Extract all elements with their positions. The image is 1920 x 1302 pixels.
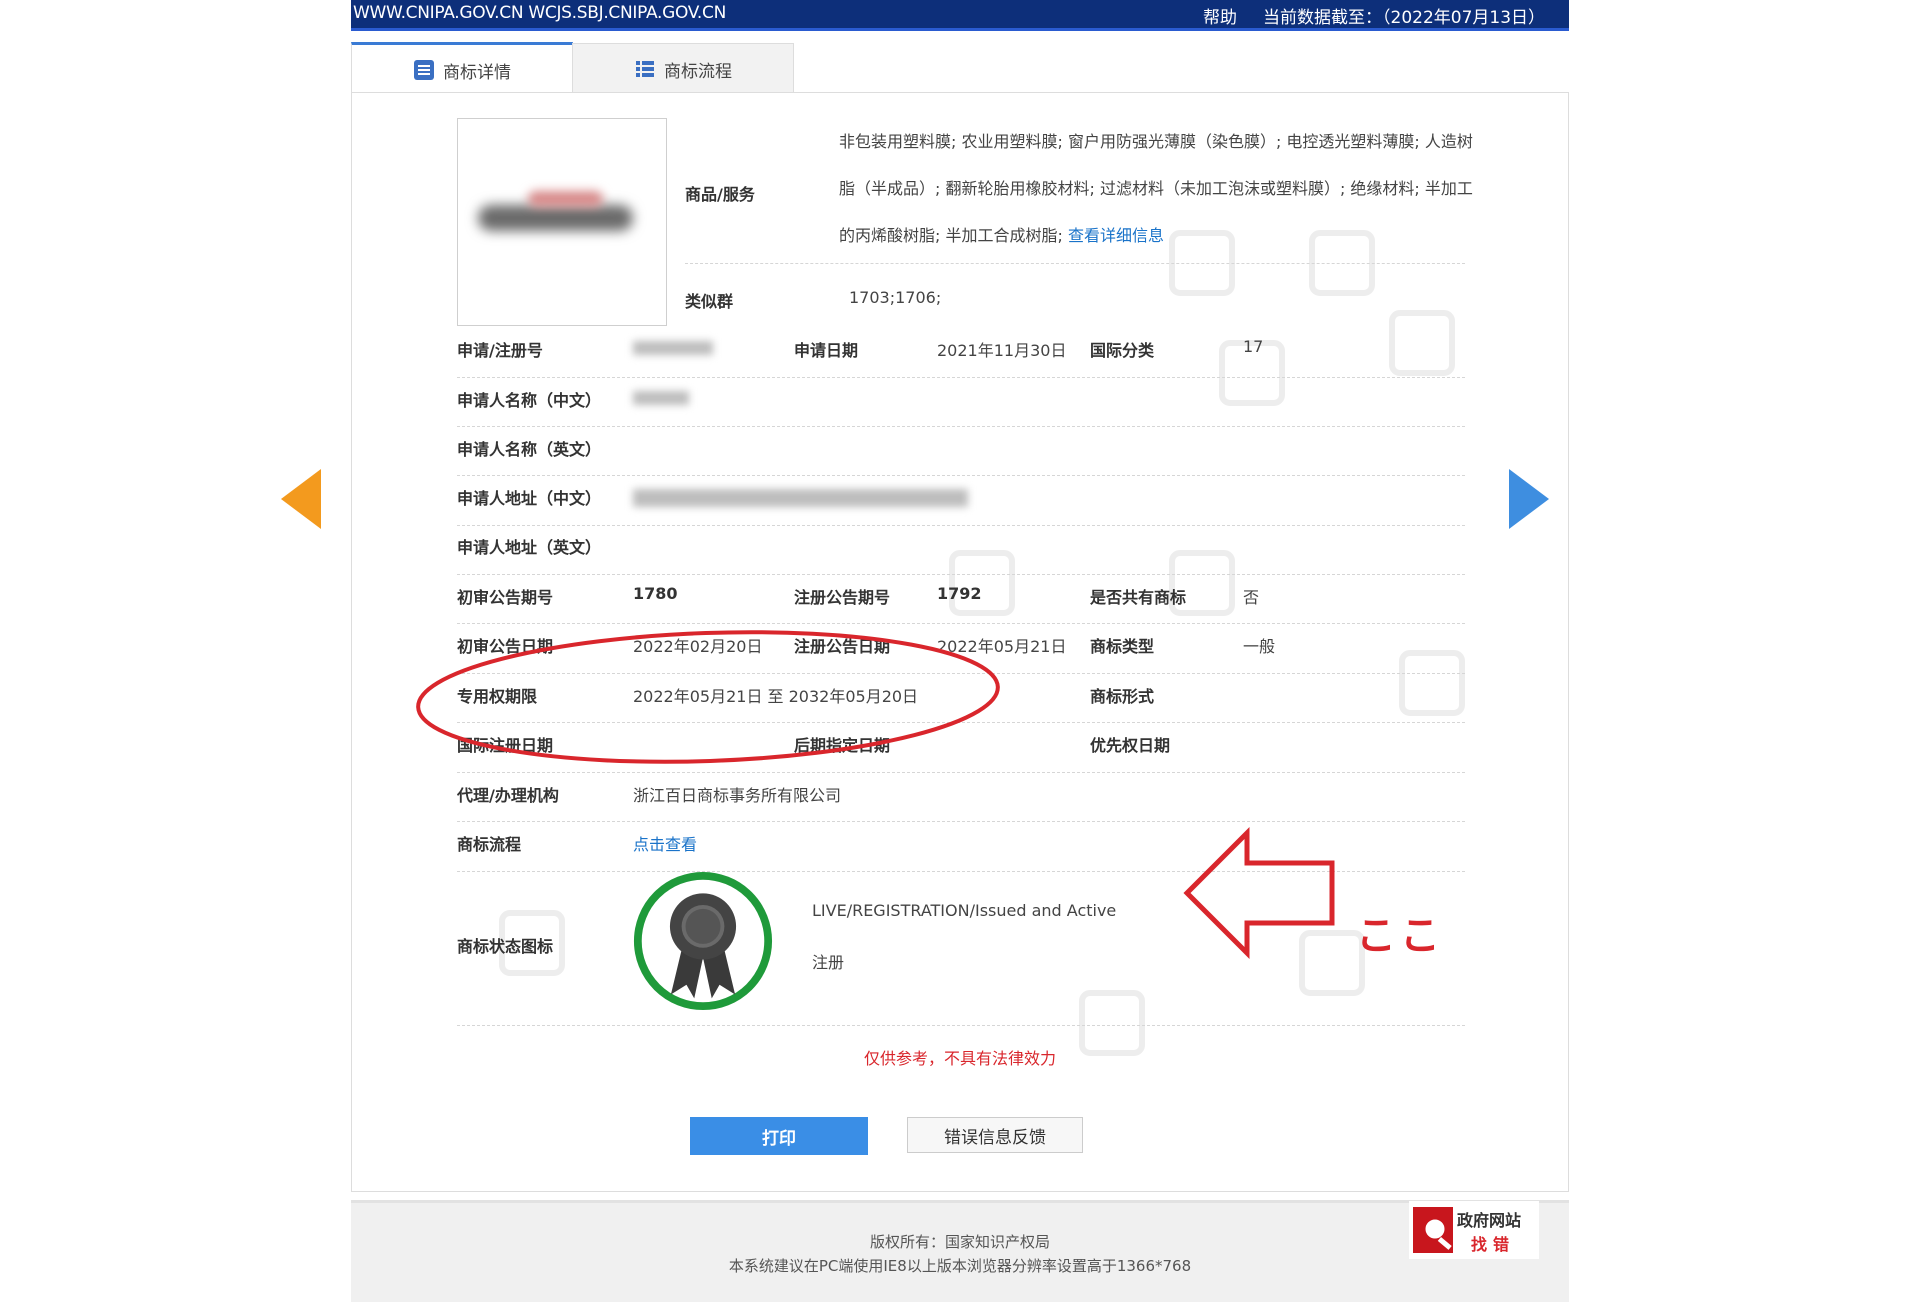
- blurred-logo: [478, 205, 633, 231]
- gov-site-error-badge[interactable]: 政府网站 找错: [1409, 1201, 1539, 1259]
- prelim-date-value: 2022年02月20日: [633, 637, 763, 656]
- site-url: WWW.CNIPA.GOV.CN WCJS.SBJ.CNIPA.GOV.CN: [353, 3, 727, 23]
- magnifier-icon: [1413, 1207, 1453, 1253]
- shared-label: 是否共有商标: [1090, 588, 1187, 607]
- reg-no-label: 申请/注册号: [457, 341, 543, 360]
- tab-trademark-process[interactable]: 商标流程: [572, 43, 794, 94]
- print-button[interactable]: 打印: [690, 1117, 868, 1155]
- divider: [457, 426, 1465, 427]
- goods-label: 商品/服务: [685, 185, 755, 204]
- intl-class-label: 国际分类: [1090, 341, 1155, 360]
- top-bar: WWW.CNIPA.GOV.CN WCJS.SBJ.CNIPA.GOV.CN 帮…: [351, 0, 1569, 31]
- reg-issue-label: 注册公告期号: [794, 588, 891, 607]
- prelim-issue-label: 初审公告期号: [457, 588, 554, 607]
- view-details-link[interactable]: 查看详细信息: [1068, 226, 1164, 245]
- registration-seal-icon: [633, 871, 773, 1011]
- apply-date-label: 申请日期: [794, 341, 859, 360]
- apply-date-value: 2021年11月30日: [937, 341, 1067, 360]
- badge-line1: 政府网站: [1457, 1211, 1522, 1230]
- divider: [457, 772, 1465, 773]
- process-view-link[interactable]: 点击查看: [633, 831, 697, 855]
- badge-line2: 找错: [1471, 1235, 1516, 1254]
- divider: [457, 1025, 1465, 1026]
- applicant-en-label: 申请人名称（英文）: [457, 440, 602, 459]
- divider: [457, 871, 1465, 872]
- grid-list-icon: [636, 61, 654, 77]
- priority-date-label: 优先权日期: [1090, 736, 1171, 755]
- divider: [457, 821, 1465, 822]
- status-cn: 注册: [812, 953, 845, 972]
- intl-reg-date-label: 国际注册日期: [457, 736, 554, 755]
- shared-value: 否: [1243, 588, 1260, 607]
- divider: [457, 525, 1465, 526]
- divider: [457, 673, 1465, 674]
- intl-class-value: 17: [1243, 337, 1264, 356]
- help-link[interactable]: 帮助: [1203, 3, 1237, 28]
- address-cn-label: 申请人地址（中文）: [457, 489, 602, 508]
- agent-value: 浙江百日商标事务所有限公司: [633, 786, 842, 805]
- divider: [457, 475, 1465, 476]
- agent-label: 代理/办理机构: [457, 786, 559, 805]
- similar-group-label: 类似群: [685, 292, 734, 311]
- status-en: LIVE/REGISTRATION/Issued and Active: [812, 901, 1117, 920]
- divider: [457, 574, 1465, 575]
- page: WWW.CNIPA.GOV.CN WCJS.SBJ.CNIPA.GOV.CN 帮…: [281, 0, 1569, 1302]
- next-arrow-icon[interactable]: [1509, 469, 1549, 529]
- exclusive-term-label: 专用权期限: [457, 687, 538, 706]
- reg-date-value: 2022年05月21日: [937, 637, 1067, 656]
- mark-type-label: 商标类型: [1090, 637, 1155, 656]
- exclusive-term-value: 2022年05月21日 至 2032年05月20日: [633, 687, 919, 706]
- footer: 版权所有：国家知识产权局 本系统建议在PC端使用IE8以上版本浏览器分辨率设置高…: [351, 1200, 1569, 1302]
- goods-services: 非包装用塑料膜; 农业用塑料膜; 窗户用防强光薄膜（染色膜）; 电控透光塑料薄膜…: [839, 118, 1479, 259]
- copyright: 版权所有：国家知识产权局: [869, 1233, 1050, 1251]
- tab-label: 商标详情: [443, 62, 511, 83]
- prelim-date-label: 初审公告日期: [457, 637, 554, 656]
- annotation-text: ここ: [1356, 913, 1444, 959]
- divider: [457, 722, 1465, 723]
- prelim-issue-value: 1780: [633, 584, 678, 603]
- reg-date-label: 注册公告日期: [794, 637, 891, 656]
- disclaimer: 仅供参考，不具有法律效力: [863, 1049, 1056, 1068]
- tab-label: 商标流程: [664, 61, 732, 82]
- mark-form-label: 商标形式: [1090, 687, 1155, 706]
- tab-trademark-details[interactable]: 商标详情: [351, 42, 573, 95]
- error-feedback-button[interactable]: 错误信息反馈: [907, 1117, 1083, 1153]
- data-as-of: 当前数据截至：（2022年07月13日）: [1263, 8, 1546, 28]
- previous-arrow-icon[interactable]: [281, 469, 321, 529]
- similar-group-value: 1703;1706;: [849, 288, 942, 307]
- divider: [457, 623, 1465, 624]
- reg-issue-value: 1792: [937, 584, 982, 603]
- redacted-address: [633, 489, 968, 507]
- applicant-cn-label: 申请人名称（中文）: [457, 391, 602, 410]
- mark-type-value: 一般: [1243, 637, 1276, 656]
- redacted-applicant: [633, 391, 689, 405]
- trademark-image: [457, 118, 667, 326]
- browser-note: 本系统建议在PC端使用IE8以上版本浏览器分辨率设置高于1366*768: [728, 1257, 1192, 1275]
- status-icon-label: 商标状态图标: [457, 937, 554, 956]
- process-label: 商标流程: [457, 835, 522, 854]
- divider: [685, 263, 1465, 264]
- redacted-reg-no: [633, 341, 713, 355]
- details-panel: 商品/服务 非包装用塑料膜; 农业用塑料膜; 窗户用防强光薄膜（染色膜）; 电控…: [351, 92, 1569, 1192]
- divider: [457, 377, 1465, 378]
- blurred-logo-accent: [528, 191, 603, 207]
- later-designation-label: 后期指定日期: [794, 736, 891, 755]
- address-en-label: 申请人地址（英文）: [457, 538, 602, 557]
- list-icon: [414, 60, 434, 80]
